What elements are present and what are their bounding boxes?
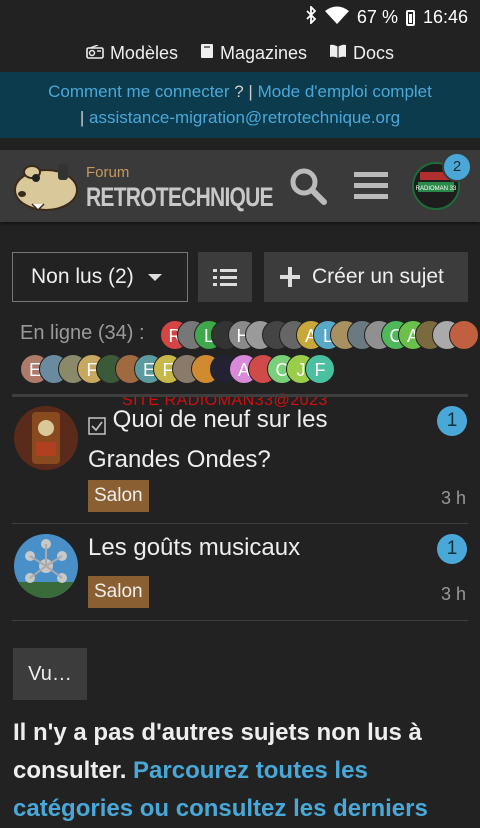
no-more-topics-message: Il n'y a pas d'autres sujets non lus à c… — [13, 714, 453, 828]
nav-magazines-label: Magazines — [219, 42, 308, 63]
hamburger-menu-button[interactable] — [352, 168, 390, 204]
topic-title-text: Quoi de neuf sur les Grandes Ondes? — [88, 406, 328, 473]
topic-avatar-image — [14, 534, 78, 598]
how-to-login-link[interactable]: Comment me connecter — [48, 82, 229, 101]
topic-title[interactable]: Quoi de neuf sur les Grandes Ondes? — [88, 404, 418, 476]
nav-models[interactable]: Modèles — [86, 43, 178, 64]
wifi-icon — [324, 6, 349, 29]
hamburger-icon — [354, 172, 388, 199]
reply-count-badge[interactable]: 1 — [437, 406, 467, 436]
battery-icon — [405, 9, 415, 26]
logo-brand-text: RETROTECHNIQUE — [86, 182, 274, 212]
list-view-button[interactable] — [198, 252, 252, 302]
topic-title[interactable]: Les goûts musicaux — [88, 532, 418, 564]
nav-docs[interactable]: Docs — [329, 43, 394, 64]
top-nav: Modèles Magazines Docs — [0, 34, 480, 72]
divider — [12, 620, 468, 621]
topic-age[interactable]: 3 h — [441, 488, 466, 509]
topic-row[interactable]: Quoi de neuf sur les Grandes Ondes? Salo… — [0, 400, 480, 522]
topic-avatar[interactable] — [14, 406, 78, 470]
site-logo[interactable]: Forum RETROTECHNIQUE — [12, 158, 274, 216]
view-more-button[interactable]: Vu… — [13, 648, 87, 700]
notification-badge[interactable]: 2 — [442, 152, 472, 182]
caret-down-icon — [147, 273, 162, 281]
nav-magazines[interactable]: Magazines — [200, 43, 307, 64]
logo-forum-text: Forum — [86, 164, 130, 181]
radio-icon — [86, 43, 104, 64]
topic-controls: Non lus (2) Créer un sujet — [0, 252, 480, 302]
search-icon — [290, 168, 327, 205]
nav-docs-label: Docs — [353, 42, 395, 63]
status-bar: 67 % 16:46 — [0, 0, 480, 34]
category-badge[interactable]: Salon — [88, 480, 149, 512]
notice-separator: ? | — [229, 82, 258, 101]
notice-separator-2: | — [79, 108, 89, 127]
online-users-label: En ligne (34) : — [20, 322, 145, 344]
topic-avatar-image — [14, 406, 78, 470]
plus-icon — [280, 267, 300, 287]
divider — [12, 394, 468, 397]
clock: 16:46 — [422, 7, 468, 27]
filter-label: Non lus (2) — [31, 265, 134, 288]
filter-dropdown[interactable]: Non lus (2) — [12, 252, 188, 302]
bluetooth-icon — [305, 4, 317, 29]
online-user-avatar[interactable] — [449, 320, 479, 350]
create-topic-button[interactable]: Créer un sujet — [264, 252, 468, 302]
topic-row[interactable]: Les goûts musicaux Salon 1 3 h — [0, 524, 480, 620]
user-guide-link[interactable]: Mode d'emploi complet — [258, 82, 432, 101]
checkbox-icon — [88, 412, 106, 444]
site-header: Forum RETROTECHNIQUE — [0, 150, 480, 222]
svg-text:RADIOMAN 33: RADIOMAN 33 — [416, 186, 457, 192]
list-icon — [213, 269, 237, 286]
topic-age[interactable]: 3 h — [441, 584, 466, 605]
category-badge[interactable]: Salon — [88, 576, 149, 608]
topic-avatar[interactable] — [14, 534, 78, 598]
support-email-link[interactable]: assistance-migration@retrotechnique.org — [89, 108, 400, 127]
hippo-logo-icon — [14, 164, 78, 212]
battery-percent: 67 % — [356, 7, 398, 27]
search-button[interactable] — [288, 166, 328, 206]
open-book-icon — [329, 43, 347, 64]
notice-banner: Comment me connecter ? | Mode d'emploi c… — [0, 72, 480, 138]
nav-models-label: Modèles — [109, 42, 178, 63]
create-topic-label: Créer un sujet — [312, 265, 444, 288]
book-icon — [200, 43, 214, 64]
online-user-avatar[interactable]: F — [305, 354, 335, 384]
reply-count-badge[interactable]: 1 — [437, 534, 467, 564]
